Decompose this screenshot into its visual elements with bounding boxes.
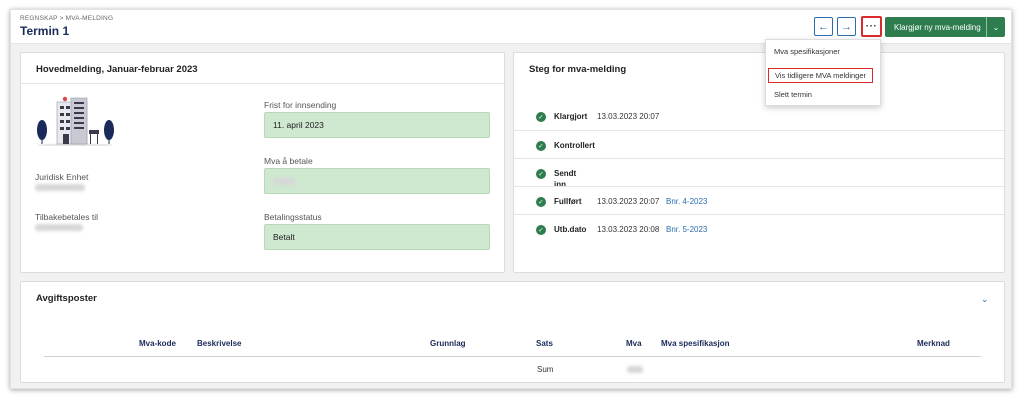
- step-time: 13.03.2023 20:07: [597, 112, 660, 121]
- step-name: Fullført: [554, 197, 582, 206]
- next-termin-button[interactable]: →: [837, 17, 856, 36]
- arrow-left-icon: ←: [818, 20, 829, 33]
- juridisk-enhet-label: Juridisk Enhet: [35, 172, 89, 182]
- column-header-mva: Mva: [626, 339, 642, 348]
- mva-betale-label: Mva å betale: [264, 156, 313, 166]
- ellipsis-icon: ···: [865, 21, 878, 32]
- app-window: REGNSKAP > MVA-MELDING Termin 1 ← → ··· …: [10, 9, 1012, 389]
- step-row: ✓ Utb.dato 13.03.2023 20:08 Bnr. 5-2023: [514, 214, 1004, 242]
- mva-betale-field: [264, 168, 490, 194]
- more-options-button[interactable]: ···: [861, 16, 882, 37]
- tilbakebetales-label: Tilbakebetales til: [35, 212, 98, 222]
- check-circle-icon: ✓: [536, 141, 546, 151]
- step-row: ✓ Fullført 13.03.2023 20:07 Bnr. 4-2023: [514, 186, 1004, 214]
- sum-label: Sum: [537, 365, 554, 374]
- juridisk-enhet-value-redacted: [35, 184, 85, 191]
- hovedmelding-title: Hovedmelding, Januar-februar 2023: [36, 64, 198, 75]
- column-header-mva-spesifikasjon: Mva spesifikasjon: [661, 339, 730, 348]
- column-header-beskrivelse: Beskrivelse: [197, 339, 242, 348]
- frist-label: Frist for innsending: [264, 100, 337, 110]
- step-name: Utb.dato: [554, 225, 587, 234]
- betalingsstatus-label: Betalingsstatus: [264, 212, 322, 222]
- bilag-link[interactable]: Bnr. 5-2023: [666, 225, 707, 234]
- frist-value: 11. april 2023: [264, 112, 490, 138]
- steg-title: Steg for mva-melding: [529, 64, 627, 75]
- building-illustration: [37, 96, 114, 146]
- table-header-divider: [44, 356, 981, 357]
- betalingsstatus-value: Betalt: [264, 224, 490, 250]
- more-options-menu: Mva spesifikasjoner Vis tidligere MVA me…: [765, 39, 881, 106]
- page-title: Termin 1: [20, 24, 70, 38]
- column-header-sats: Sats: [536, 339, 553, 348]
- card-divider: [21, 83, 504, 84]
- step-name: Klargjort: [554, 112, 588, 121]
- step-time: 13.03.2023 20:07: [597, 197, 660, 206]
- breadcrumb[interactable]: REGNSKAP > MVA-MELDING: [20, 15, 113, 22]
- prepare-mva-melding-label: Klargjør ny mva-melding: [894, 22, 981, 32]
- menu-item-mva-spesifikasjoner[interactable]: Mva spesifikasjoner: [774, 47, 840, 56]
- check-circle-icon: ✓: [536, 225, 546, 235]
- check-circle-icon: ✓: [536, 169, 546, 179]
- previous-termin-button[interactable]: ←: [814, 17, 833, 36]
- steg-card: Steg for mva-melding ✓ Klargjort 13.03.2…: [513, 52, 1005, 273]
- column-header-mva-kode: Mva-kode: [139, 339, 176, 348]
- step-row: ✓ Kontrollert: [514, 130, 1004, 158]
- step-row: ✓ Sendt inn: [514, 158, 1004, 189]
- mva-betale-value-redacted: [273, 177, 295, 185]
- tilbakebetales-value-redacted: [35, 224, 83, 231]
- prepare-mva-melding-button[interactable]: Klargjør ny mva-melding ⌄: [885, 17, 1005, 37]
- chevron-down-icon[interactable]: ⌄: [986, 17, 1005, 37]
- step-name: Kontrollert: [554, 141, 595, 150]
- step-time: 13.03.2023 20:08: [597, 225, 660, 234]
- column-header-merknad: Merknad: [917, 339, 950, 348]
- avgiftsposter-title: Avgiftsposter: [36, 293, 97, 304]
- bilag-link[interactable]: Bnr. 4-2023: [666, 197, 707, 206]
- arrow-right-icon: →: [841, 20, 852, 33]
- column-header-grunnlag: Grunnlag: [430, 339, 466, 348]
- hovedmelding-card: Hovedmelding, Januar-februar 2023 Juridi…: [20, 52, 505, 273]
- menu-item-slett-termin[interactable]: Slett termin: [774, 90, 812, 99]
- check-circle-icon: ✓: [536, 112, 546, 122]
- step-row: ✓ Klargjort 13.03.2023 20:07: [514, 102, 1004, 130]
- check-circle-icon: ✓: [536, 197, 546, 207]
- chevron-down-icon[interactable]: ⌄: [981, 294, 989, 305]
- avgiftsposter-card: Avgiftsposter ⌄ Mva-kode Beskrivelse Gru…: [20, 281, 1005, 383]
- sum-mva-value-redacted: [627, 366, 643, 373]
- menu-item-vis-tidligere[interactable]: Vis tidligere MVA meldinger: [768, 68, 874, 83]
